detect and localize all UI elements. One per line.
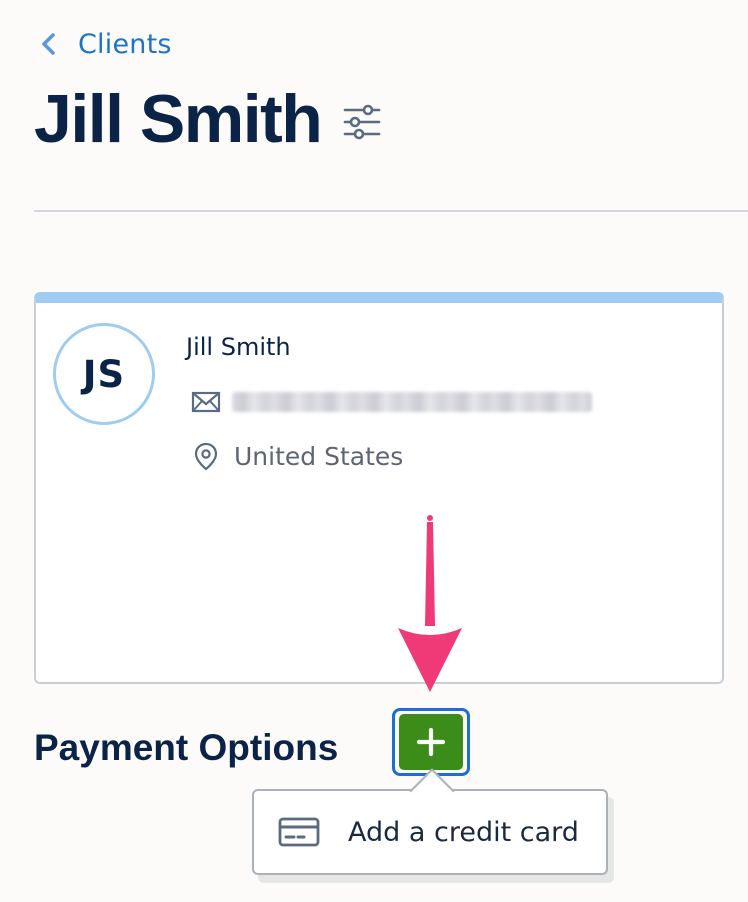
add-payment-dropdown: Add a credit card [252,768,608,875]
payment-options-heading: Payment Options [34,727,339,768]
client-location-row: United States [190,441,403,471]
location-pin-icon [194,442,218,471]
credit-card-icon [278,817,320,847]
settings-sliders-button[interactable] [343,102,381,142]
menu-item-add-credit-card[interactable]: Add a credit card [254,791,606,873]
envelope-icon [191,391,221,413]
client-location: United States [234,441,404,471]
header-divider [34,210,748,212]
sliders-icon [343,104,381,140]
avatar-initials: JS [82,352,126,396]
client-info-card: JS Jill Smith United States [34,292,724,684]
client-name: Jill Smith [186,333,291,361]
menu-item-label: Add a credit card [348,816,579,848]
chevron-left-icon [42,33,55,55]
page-header: Jill Smith [34,78,381,160]
back-link-label: Clients [78,28,172,60]
add-payment-option-button[interactable] [392,708,470,776]
client-email-row [190,387,592,417]
avatar: JS [53,323,155,425]
client-email-redacted [232,392,592,412]
add-button-fill [399,714,463,770]
back-to-clients-link[interactable]: Clients [38,26,172,62]
plus-icon [416,727,446,757]
page-title: Jill Smith [34,81,323,157]
